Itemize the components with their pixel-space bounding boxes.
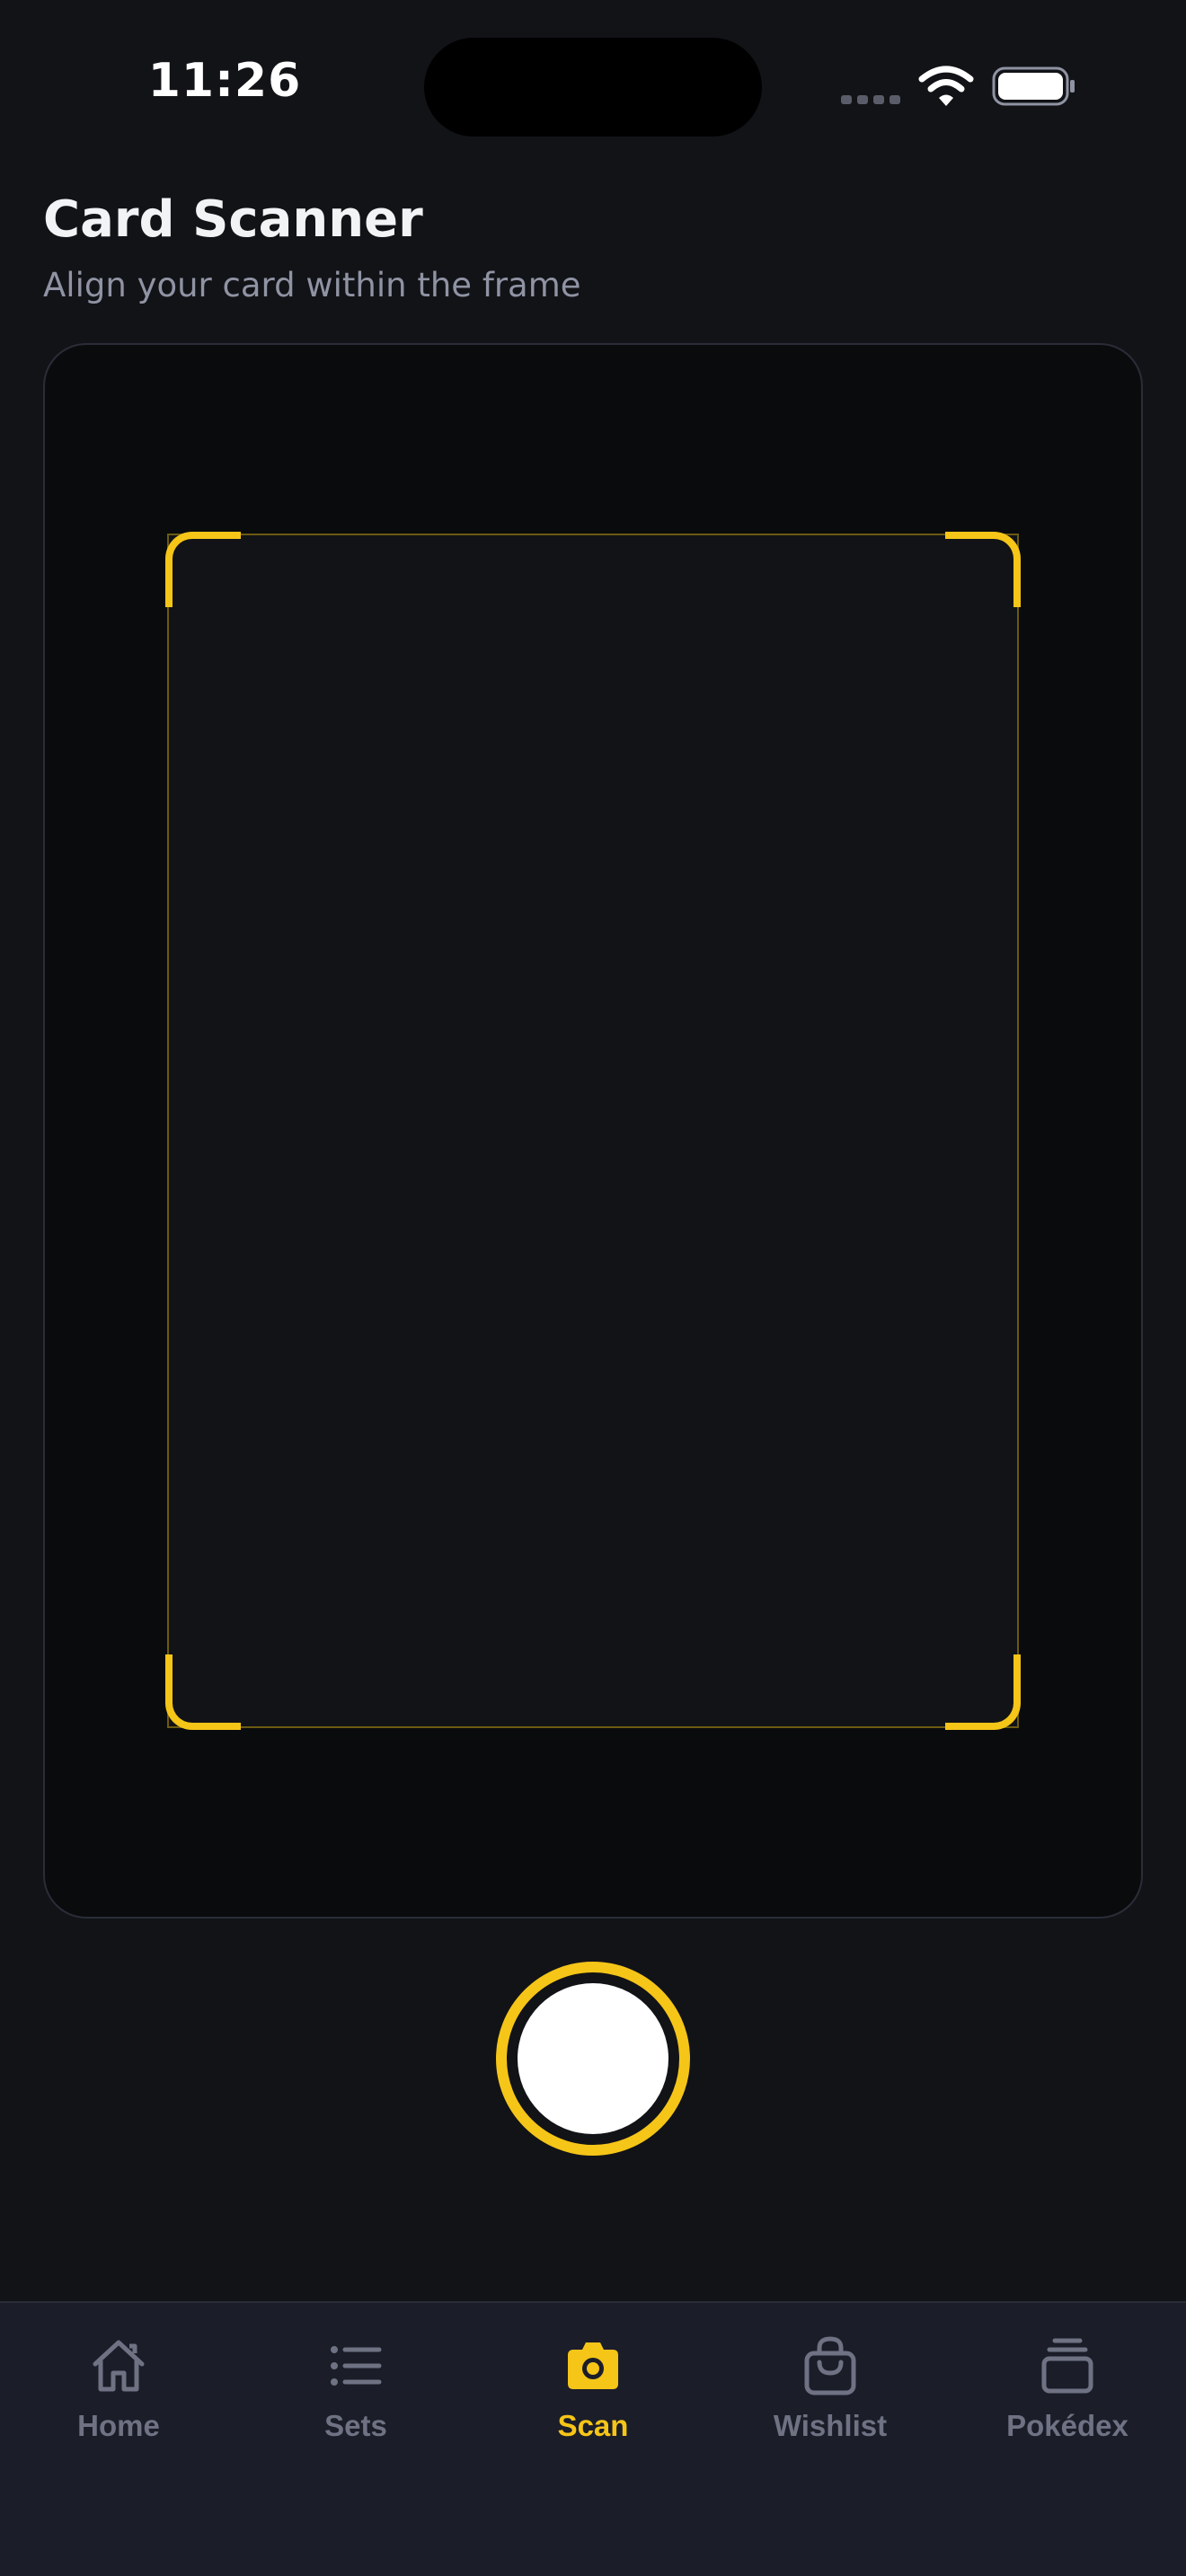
dynamic-island <box>424 38 762 137</box>
tab-wishlist-label: Wishlist <box>773 2409 888 2442</box>
battery-icon <box>992 66 1075 106</box>
shopping-bag-icon <box>804 2336 856 2395</box>
wifi-icon <box>918 66 974 106</box>
card-alignment-frame <box>167 534 1019 1728</box>
status-time: 11:26 <box>147 54 302 108</box>
tab-sets[interactable]: Sets <box>237 2330 474 2510</box>
frame-corner-top-left <box>165 532 241 607</box>
tab-home-label: Home <box>77 2409 160 2442</box>
capture-button[interactable] <box>496 1962 690 2156</box>
tab-home[interactable]: Home <box>0 2330 237 2510</box>
frame-corner-bottom-right <box>945 1654 1021 1730</box>
page-subtitle: Align your card within the frame <box>43 266 581 304</box>
camera-icon <box>568 2342 618 2389</box>
frame-corner-top-right <box>945 532 1021 607</box>
home-icon <box>93 2340 145 2392</box>
stacked-cards-icon <box>1041 2338 1093 2394</box>
tab-bar: Home Sets Scan Wishlist Pokédex <box>0 2301 1186 2576</box>
tab-pokedex-label: Pokédex <box>1006 2409 1128 2442</box>
scanner-screen: 11:26 Card Scanner Align your card withi… <box>0 0 1186 2576</box>
tab-scan[interactable]: Scan <box>474 2330 712 2510</box>
frame-corner-bottom-left <box>165 1654 241 1730</box>
cellular-signal-icon <box>841 95 900 104</box>
tab-scan-label: Scan <box>557 2409 629 2442</box>
tab-pokedex[interactable]: Pokédex <box>949 2330 1186 2510</box>
page-title: Card Scanner <box>43 190 423 249</box>
tab-wishlist[interactable]: Wishlist <box>712 2330 949 2510</box>
tab-sets-label: Sets <box>324 2409 387 2442</box>
capture-button-inner <box>518 1983 668 2134</box>
list-icon <box>331 2346 382 2386</box>
